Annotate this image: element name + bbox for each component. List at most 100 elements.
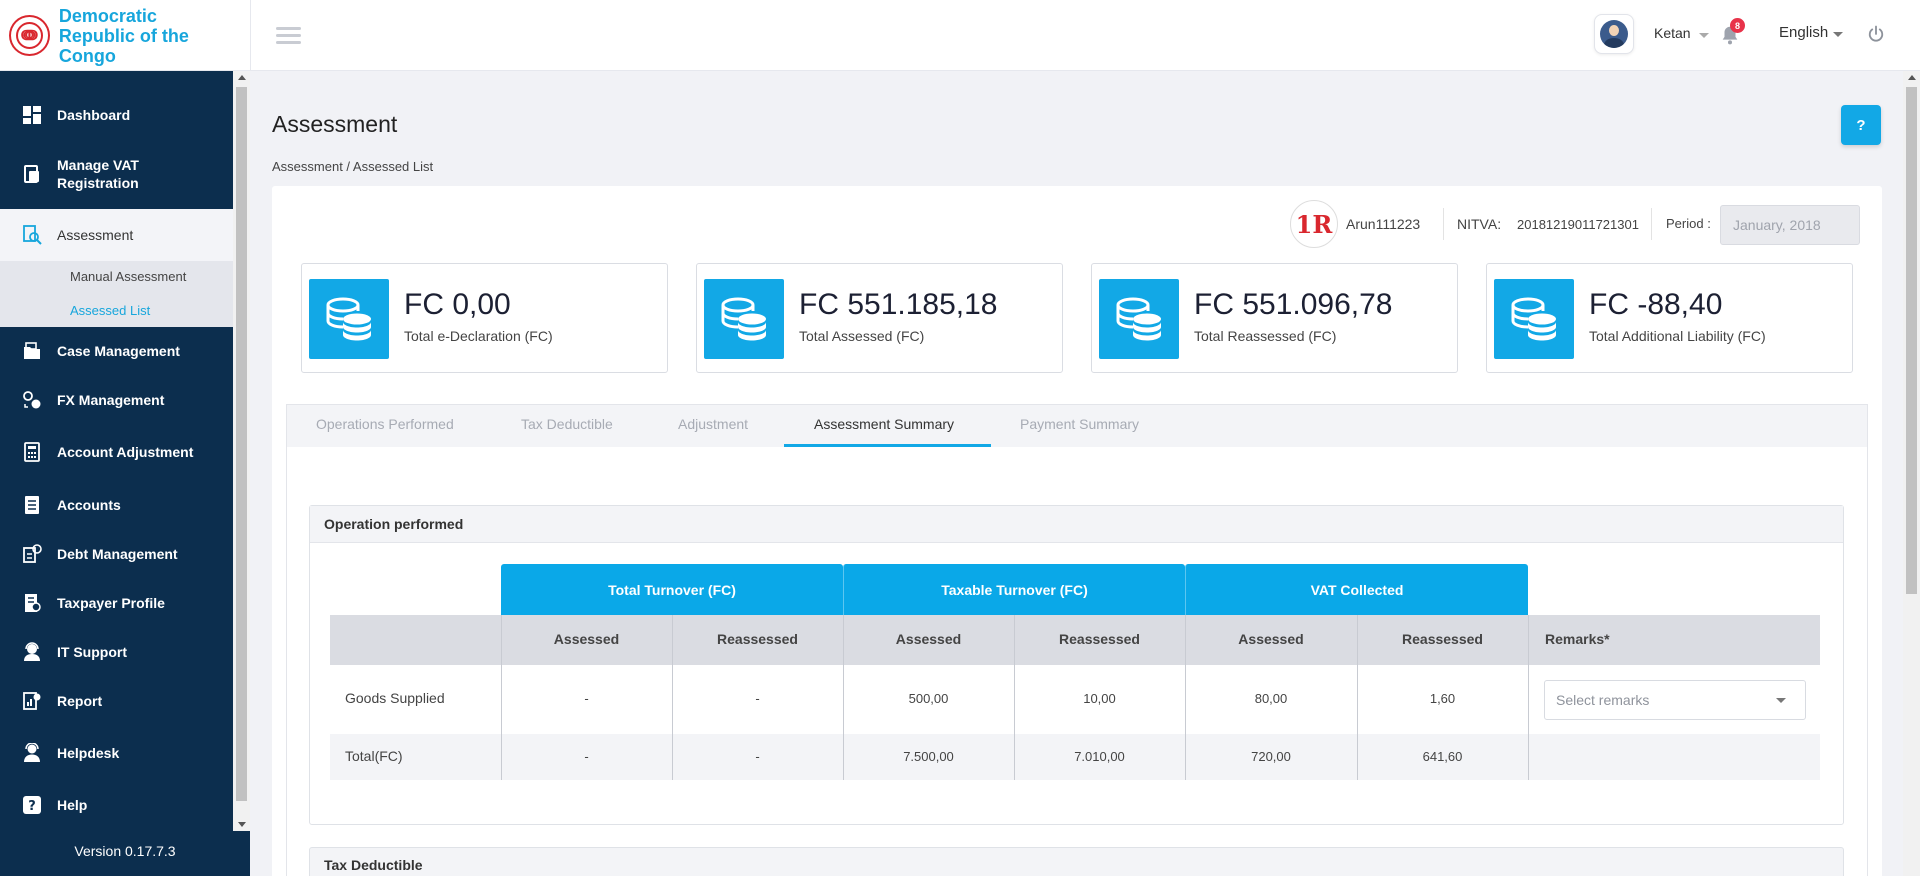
notification-badge: 8 <box>1730 18 1745 33</box>
breadcrumb: Assessment / Assessed List <box>272 159 434 174</box>
divider <box>1651 208 1652 240</box>
column-header: Assessed <box>553 631 620 647</box>
scroll-up-icon[interactable] <box>1908 75 1916 80</box>
sidebar-scroll-thumb[interactable] <box>236 87 247 801</box>
tab-adjustment[interactable]: Adjustment <box>678 416 748 432</box>
debt-icon <box>23 544 42 563</box>
stat-value: FC 0,00 <box>404 288 511 321</box>
table-cell: 10,00 <box>1083 691 1116 706</box>
tab-operations-performed[interactable]: Operations Performed <box>316 416 454 432</box>
menu-icon[interactable] <box>276 27 301 44</box>
language-selector[interactable]: English <box>1779 24 1828 41</box>
nitva-label: NITVA: <box>1457 216 1502 232</box>
sidebar-item-assessment[interactable]: Assessment <box>0 209 233 261</box>
sidebar-item-label: Debt Management <box>57 546 178 562</box>
stat-card-total-reassessed: FC 551.096,78 Total Reassessed (FC) <box>1091 263 1458 373</box>
scroll-down-icon[interactable] <box>238 822 246 827</box>
language-chevron-icon[interactable] <box>1833 32 1843 37</box>
column-header: Assessed <box>1238 631 1304 647</box>
stat-card-total-additional-liability: FC -88,40 Total Additional Liability (FC… <box>1486 263 1853 373</box>
table-cell: - <box>755 691 760 706</box>
sidebar-item-fx-management[interactable]: FX Management <box>0 383 233 417</box>
user-name[interactable]: Ketan <box>1654 25 1691 41</box>
stat-value: FC 551.096,78 <box>1194 288 1393 321</box>
sidebar-item-label: Accounts <box>57 497 121 513</box>
table-cell: 641,60 <box>1422 749 1463 764</box>
stat-caption: Total e-Declaration (FC) <box>404 328 553 344</box>
main-scroll-thumb[interactable] <box>1906 87 1917 594</box>
sidebar-item-manage-vat-registration[interactable]: Manage VAT Registration <box>0 150 233 198</box>
stat-value: FC -88,40 <box>1589 288 1723 321</box>
table-cell: 720,00 <box>1251 749 1291 764</box>
table-cell: - <box>584 749 589 764</box>
brand[interactable]: ↈ Democratic Republic of the Congo <box>0 0 251 71</box>
scroll-up-icon[interactable] <box>238 75 246 80</box>
column-header: Reassessed <box>1402 631 1483 647</box>
tab-tax-deductible[interactable]: Tax Deductible <box>521 416 613 432</box>
svg-text:?: ? <box>28 799 36 814</box>
nitva-value: 20181219011721301 <box>1517 217 1639 232</box>
coins-icon <box>1099 279 1179 359</box>
stat-value: FC 551.185,18 <box>799 288 998 321</box>
panel-title: Tax Deductible <box>324 857 423 873</box>
brand-name-line2: Republic of the Congo <box>58 25 189 66</box>
sidebar-item-label: Help <box>57 797 88 813</box>
sidebar-item-dashboard[interactable]: Dashboard <box>0 98 233 132</box>
help-icon: ? <box>23 796 41 814</box>
sidebar-item-report[interactable]: Report <box>0 684 233 718</box>
submenu-assessed-list[interactable]: Assessed List <box>70 303 150 318</box>
fx-icon <box>23 391 41 409</box>
row-label: Goods Supplied <box>345 690 445 706</box>
submenu-manual-assessment[interactable]: Manual Assessment <box>70 269 186 284</box>
sidebar-item-help[interactable]: ? Help <box>0 788 233 822</box>
sidebar-item-debt-management[interactable]: Debt Management <box>0 537 233 571</box>
tax-deductible-panel <box>309 847 1844 876</box>
period-label: Period : <box>1666 216 1711 231</box>
sidebar-item-helpdesk[interactable]: Helpdesk <box>0 736 233 770</box>
case-icon <box>24 342 40 359</box>
assessment-icon <box>23 225 42 245</box>
divider <box>1443 208 1444 240</box>
taxpayer-icon <box>25 594 41 612</box>
remarks-select[interactable]: Select remarks <box>1544 680 1806 720</box>
table-cell: - <box>755 749 760 764</box>
sidebar-scrollbar[interactable] <box>233 71 250 831</box>
panel-title: Operation performed <box>324 516 464 532</box>
top-header: ↈ Democratic Republic of the Congo Ketan… <box>0 0 1920 71</box>
user-menu-chevron-icon[interactable] <box>1699 33 1709 38</box>
sidebar-item-label: Manage VAT Registration <box>57 157 139 191</box>
assessment-submenu: Manual Assessment Assessed List <box>0 261 233 327</box>
table-cell: 1,60 <box>1429 691 1456 706</box>
sidebar-item-label: Report <box>57 693 103 709</box>
stat-caption: Total Assessed (FC) <box>799 328 925 344</box>
table-cell: - <box>584 691 589 706</box>
sidebar-item-label: Account Adjustment <box>57 444 194 460</box>
active-tab-indicator <box>784 444 991 447</box>
column-header: Assessed <box>895 631 962 647</box>
coins-icon <box>704 279 784 359</box>
sidebar-item-it-support[interactable]: IT Support <box>0 635 233 669</box>
sidebar-item-taxpayer-profile[interactable]: Taxpayer Profile <box>0 586 233 620</box>
sidebar-item-account-adjustment[interactable]: Account Adjustment <box>0 435 233 469</box>
coins-icon <box>1494 279 1574 359</box>
user-avatar[interactable] <box>1594 14 1634 54</box>
sidebar-item-accounts[interactable]: Accounts <box>0 488 233 522</box>
accounts-icon <box>25 496 39 514</box>
sidebar-item-label: Dashboard <box>57 107 131 123</box>
sidebar-item-label: Helpdesk <box>57 745 120 761</box>
period-field[interactable] <box>1720 205 1860 245</box>
brand-name: Democratic Republic of the Congo <box>59 6 250 66</box>
it-support-icon <box>24 642 40 661</box>
tab-assessment-summary[interactable]: Assessment Summary <box>814 416 954 432</box>
column-header-remarks: Remarks* <box>1545 631 1610 647</box>
power-icon[interactable] <box>1866 24 1886 44</box>
main-scrollbar[interactable] <box>1903 71 1920 876</box>
row-label: Total(FC) <box>345 748 403 764</box>
sidebar-item-label: Case Management <box>57 343 180 359</box>
sidebar-item-case-management[interactable]: Case Management <box>0 334 233 368</box>
coins-icon <box>309 279 389 359</box>
page-title: Assessment <box>272 111 398 137</box>
help-button[interactable]: ? <box>1841 105 1881 145</box>
table-cell: 7.500,00 <box>903 749 954 764</box>
tab-payment-summary[interactable]: Payment Summary <box>1020 416 1139 432</box>
